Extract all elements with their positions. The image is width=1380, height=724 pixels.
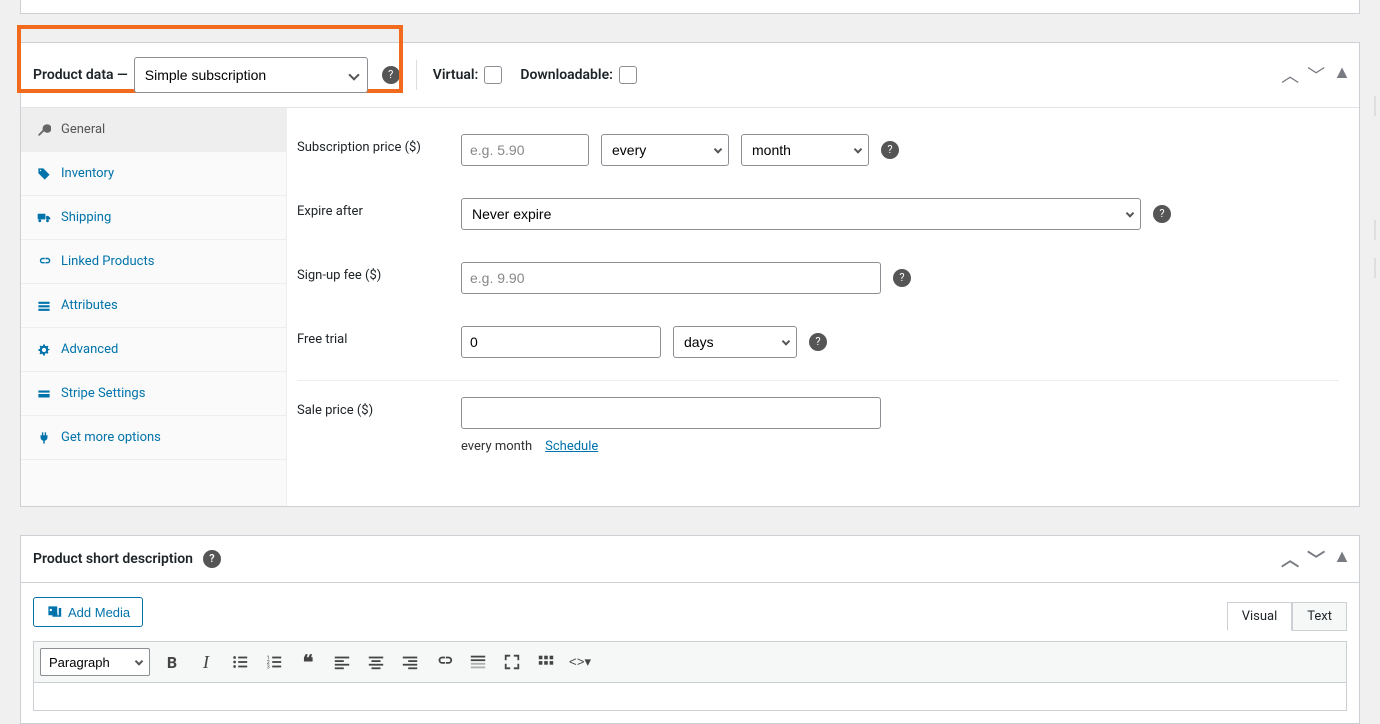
product-data-panel: Product data — Simple subscription ? Vir… bbox=[20, 42, 1360, 507]
card-icon bbox=[37, 387, 51, 401]
align-left-button[interactable] bbox=[330, 650, 354, 674]
scrollbar-rail bbox=[1374, 258, 1376, 278]
product-type-select[interactable]: Simple subscription bbox=[134, 57, 368, 93]
align-right-button[interactable] bbox=[398, 650, 422, 674]
move-down-icon[interactable]: ﹀ bbox=[1307, 546, 1325, 572]
previous-panel-stub bbox=[20, 0, 1360, 14]
tab-label: Inventory bbox=[61, 166, 114, 181]
product-data-tabs: General Inventory Shipping bbox=[21, 108, 287, 506]
tab-label: Shipping bbox=[61, 210, 111, 225]
tab-label: Stripe Settings bbox=[61, 386, 145, 401]
tab-inventory[interactable]: Inventory bbox=[21, 152, 286, 196]
tab-general[interactable]: General bbox=[21, 108, 286, 152]
toggle-panel-icon[interactable]: ▲ bbox=[1333, 62, 1351, 88]
short-description-panel: Product short description ? ︿ ﹀ ▲ Add Me… bbox=[20, 535, 1360, 724]
free-trial-input[interactable] bbox=[461, 326, 661, 358]
fullscreen-button[interactable] bbox=[500, 650, 524, 674]
free-trial-period-select[interactable]: days bbox=[673, 326, 797, 358]
editor-toolbar: Paragraph B I 123 ❝ bbox=[33, 641, 1347, 683]
text-tab[interactable]: Text bbox=[1292, 602, 1347, 631]
downloadable-label: Downloadable: bbox=[520, 67, 613, 83]
subscription-price-input[interactable] bbox=[461, 134, 589, 166]
virtual-checkbox[interactable] bbox=[484, 66, 502, 84]
billing-period-select[interactable]: month bbox=[741, 134, 869, 166]
italic-button[interactable]: I bbox=[194, 650, 218, 674]
tab-label: Attributes bbox=[61, 298, 118, 313]
numbered-list-button[interactable]: 123 bbox=[262, 650, 286, 674]
add-media-button[interactable]: Add Media bbox=[33, 597, 143, 627]
signup-fee-label: Sign-up fee ($) bbox=[297, 262, 461, 283]
short-description-title: Product short description bbox=[33, 551, 193, 567]
sale-price-label: Sale price ($) bbox=[297, 397, 461, 418]
subscription-price-label: Subscription price ($) bbox=[297, 134, 461, 155]
expire-after-label: Expire after bbox=[297, 198, 461, 219]
visual-tab[interactable]: Visual bbox=[1227, 602, 1293, 631]
code-button[interactable]: <>▾ bbox=[568, 650, 592, 674]
list-icon bbox=[37, 299, 51, 313]
sale-price-input[interactable] bbox=[461, 397, 881, 429]
tab-label: General bbox=[61, 122, 105, 137]
sale-price-note: every month bbox=[461, 439, 532, 454]
add-media-label: Add Media bbox=[68, 605, 130, 620]
tab-shipping[interactable]: Shipping bbox=[21, 196, 286, 240]
scrollbar-rail bbox=[1374, 220, 1376, 240]
move-up-icon[interactable]: ︿ bbox=[1281, 546, 1299, 572]
tab-get-more-options[interactable]: Get more options bbox=[21, 416, 286, 460]
blockquote-button[interactable]: ❝ bbox=[296, 650, 320, 674]
signup-fee-input[interactable] bbox=[461, 262, 881, 294]
tab-advanced[interactable]: Advanced bbox=[21, 328, 286, 372]
general-tab-content: Subscription price ($) every month bbox=[287, 108, 1359, 506]
align-center-button[interactable] bbox=[364, 650, 388, 674]
free-trial-label: Free trial bbox=[297, 326, 461, 347]
plug-icon bbox=[37, 431, 51, 445]
move-down-icon[interactable]: ﹀ bbox=[1307, 62, 1325, 88]
tab-label: Advanced bbox=[61, 342, 118, 357]
gear-icon bbox=[37, 343, 51, 357]
product-data-header: Product data — Simple subscription ? Vir… bbox=[21, 43, 1359, 108]
editor-content-area[interactable] bbox=[33, 683, 1347, 711]
help-icon[interactable]: ? bbox=[382, 66, 400, 84]
bold-button[interactable]: B bbox=[160, 650, 184, 674]
billing-interval-select[interactable]: every bbox=[601, 134, 729, 166]
scrollbar-rail bbox=[1374, 96, 1376, 116]
move-up-icon[interactable]: ︿ bbox=[1281, 62, 1299, 88]
truck-icon bbox=[37, 211, 51, 225]
editor-mode-tabs: Visual Text bbox=[1227, 602, 1347, 631]
tab-linked-products[interactable]: Linked Products bbox=[21, 240, 286, 284]
tab-stripe-settings[interactable]: Stripe Settings bbox=[21, 372, 286, 416]
help-icon[interactable]: ? bbox=[809, 333, 827, 351]
toggle-panel-icon[interactable]: ▲ bbox=[1333, 546, 1351, 572]
media-icon bbox=[46, 604, 62, 620]
short-description-header: Product short description ? ︿ ﹀ ▲ bbox=[21, 536, 1359, 583]
divider bbox=[416, 60, 417, 90]
schedule-link[interactable]: Schedule bbox=[545, 439, 598, 454]
virtual-label: Virtual: bbox=[433, 67, 479, 83]
help-icon[interactable]: ? bbox=[893, 269, 911, 287]
help-icon[interactable]: ? bbox=[881, 141, 899, 159]
link-icon bbox=[37, 255, 51, 269]
toolbar-toggle-button[interactable] bbox=[534, 650, 558, 674]
wrench-icon bbox=[37, 123, 51, 137]
tab-label: Linked Products bbox=[61, 254, 154, 269]
help-icon[interactable]: ? bbox=[1153, 205, 1171, 223]
downloadable-checkbox[interactable] bbox=[619, 66, 637, 84]
svg-text:3: 3 bbox=[267, 664, 270, 670]
tab-attributes[interactable]: Attributes bbox=[21, 284, 286, 328]
tag-icon bbox=[37, 167, 51, 181]
expire-after-select[interactable]: Never expire bbox=[461, 198, 1141, 230]
product-data-title: Product data — bbox=[33, 67, 128, 83]
tab-label: Get more options bbox=[61, 430, 161, 445]
paragraph-format-select[interactable]: Paragraph bbox=[40, 648, 150, 676]
insert-link-button[interactable] bbox=[432, 650, 456, 674]
help-icon[interactable]: ? bbox=[203, 550, 221, 568]
insert-more-button[interactable] bbox=[466, 650, 490, 674]
bulleted-list-button[interactable] bbox=[228, 650, 252, 674]
